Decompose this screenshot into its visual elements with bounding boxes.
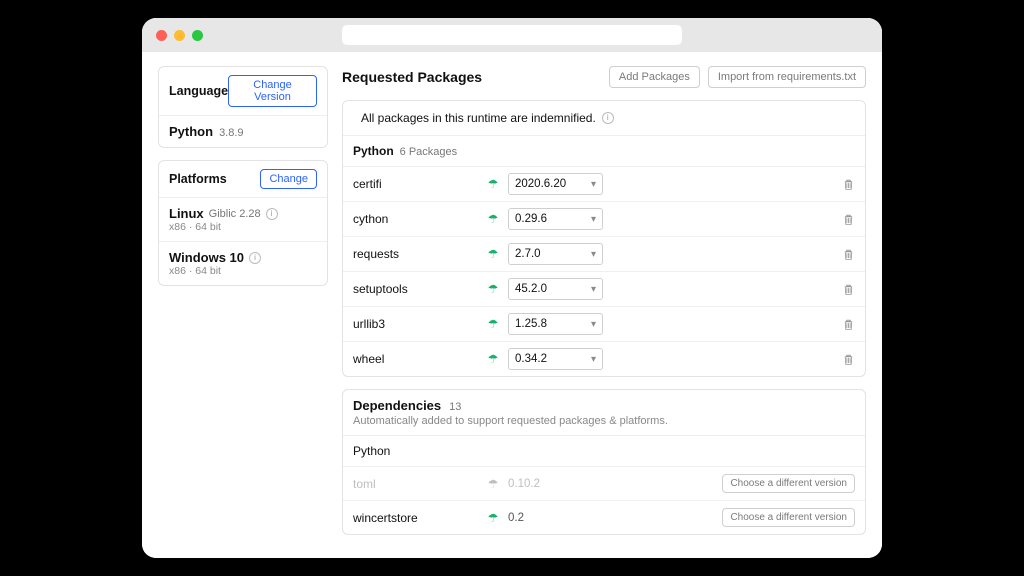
chevron-down-icon: ▾ <box>591 179 596 190</box>
package-row: certifi ☂ 2020.6.20 ▾ <box>343 167 865 202</box>
chevron-down-icon: ▾ <box>591 249 596 260</box>
platform-arch: x86 · 64 bit <box>169 221 317 233</box>
info-icon[interactable]: i <box>602 112 614 124</box>
umbrella-icon: ☂ <box>486 282 500 296</box>
main-panel: Requested Packages Add Packages Import f… <box>342 66 866 544</box>
umbrella-icon: ☂ <box>486 317 500 331</box>
platforms-card-title: Platforms <box>169 172 227 186</box>
maximize-window-icon[interactable] <box>192 30 203 41</box>
close-window-icon[interactable] <box>156 30 167 41</box>
page-title: Requested Packages <box>342 69 482 85</box>
version-select[interactable]: 1.25.8 ▾ <box>508 313 603 335</box>
chevron-down-icon: ▾ <box>591 284 596 295</box>
package-row: urllib3 ☂ 1.25.8 ▾ <box>343 307 865 342</box>
dependency-version: 0.10.2 <box>508 478 568 490</box>
platform-name: Windows 10 <box>169 250 244 265</box>
chevron-down-icon: ▾ <box>591 319 596 330</box>
umbrella-icon: ☂ <box>486 177 500 191</box>
version-value: 2020.6.20 <box>515 178 566 190</box>
package-name: urllib3 <box>353 317 478 331</box>
delete-icon[interactable] <box>841 212 855 226</box>
language-version: 3.8.9 <box>219 127 243 139</box>
dependency-version: 0.2 <box>508 512 568 524</box>
platforms-card: Platforms Change Linux Giblic 2.28 i x86… <box>158 160 328 286</box>
umbrella-icon: ☂ <box>486 247 500 261</box>
dependencies-lang-label: Python <box>353 444 390 458</box>
version-select[interactable]: 45.2.0 ▾ <box>508 278 603 300</box>
content-area: Language Change Version Python 3.8.9 Pla… <box>142 52 882 558</box>
package-name: cython <box>353 212 478 226</box>
umbrella-icon: ☂ <box>486 511 500 525</box>
dependencies-subtitle: Automatically added to support requested… <box>353 415 855 427</box>
chevron-down-icon: ▾ <box>591 214 596 225</box>
version-value: 0.29.6 <box>515 213 547 225</box>
choose-version-button[interactable]: Choose a different version <box>722 474 855 493</box>
packages-card: All packages in this runtime are indemni… <box>342 100 866 377</box>
package-name: requests <box>353 247 478 261</box>
platform-item: Linux Giblic 2.28 i x86 · 64 bit <box>159 198 327 241</box>
change-version-button[interactable]: Change Version <box>228 75 317 107</box>
version-value: 45.2.0 <box>515 283 547 295</box>
package-group-count: 6 Packages <box>400 146 457 158</box>
import-requirements-button[interactable]: Import from requirements.txt <box>708 66 866 88</box>
choose-version-button[interactable]: Choose a different version <box>722 508 855 527</box>
dependencies-count: 13 <box>449 401 461 413</box>
main-header: Requested Packages Add Packages Import f… <box>342 66 866 88</box>
language-name: Python <box>169 124 213 139</box>
chevron-down-icon: ▾ <box>591 354 596 365</box>
platform-detail: Giblic 2.28 <box>209 208 261 220</box>
info-icon[interactable]: i <box>249 252 261 264</box>
change-platforms-button[interactable]: Change <box>260 169 317 189</box>
dependency-name: wincertstore <box>353 511 478 525</box>
package-name: setuptools <box>353 282 478 296</box>
package-name: wheel <box>353 352 478 366</box>
dependency-name: toml <box>353 477 478 491</box>
package-row: wheel ☂ 0.34.2 ▾ <box>343 342 865 376</box>
dependency-row: wincertstore ☂ 0.2 Choose a different versi… <box>343 500 865 534</box>
window-controls <box>156 30 203 41</box>
version-select[interactable]: 0.29.6 ▾ <box>508 208 603 230</box>
umbrella-icon: ☂ <box>486 212 500 226</box>
package-group-lang: Python <box>353 144 394 158</box>
package-row: requests ☂ 2.7.0 ▾ <box>343 237 865 272</box>
delete-icon[interactable] <box>841 352 855 366</box>
sidebar: Language Change Version Python 3.8.9 Pla… <box>158 66 328 544</box>
info-icon[interactable]: i <box>266 208 278 220</box>
platform-arch: x86 · 64 bit <box>169 265 317 277</box>
language-card-title: Language <box>169 84 228 98</box>
dependencies-title: Dependencies <box>353 398 441 413</box>
package-row: setuptools ☂ 45.2.0 ▾ <box>343 272 865 307</box>
platform-item: Windows 10 i x86 · 64 bit <box>159 241 327 285</box>
delete-icon[interactable] <box>841 282 855 296</box>
umbrella-icon: ☂ <box>486 352 500 366</box>
version-value: 1.25.8 <box>515 318 547 330</box>
titlebar <box>142 18 882 52</box>
version-select[interactable]: 2020.6.20 ▾ <box>508 173 603 195</box>
delete-icon[interactable] <box>841 177 855 191</box>
package-row: cython ☂ 0.29.6 ▾ <box>343 202 865 237</box>
address-bar[interactable] <box>342 25 682 45</box>
language-card: Language Change Version Python 3.8.9 <box>158 66 328 148</box>
version-value: 2.7.0 <box>515 248 541 260</box>
platform-name: Linux <box>169 206 204 221</box>
delete-icon[interactable] <box>841 247 855 261</box>
app-window: Language Change Version Python 3.8.9 Pla… <box>142 18 882 558</box>
package-name: certifi <box>353 177 478 191</box>
version-select[interactable]: 0.34.2 ▾ <box>508 348 603 370</box>
version-select[interactable]: 2.7.0 ▾ <box>508 243 603 265</box>
minimize-window-icon[interactable] <box>174 30 185 41</box>
dependencies-card: Dependencies 13 Automatically added to s… <box>342 389 866 535</box>
add-packages-button[interactable]: Add Packages <box>609 66 700 88</box>
umbrella-icon: ☂ <box>486 477 500 491</box>
delete-icon[interactable] <box>841 317 855 331</box>
version-value: 0.34.2 <box>515 353 547 365</box>
dependency-row: toml ☂ 0.10.2 Choose a different version <box>343 466 865 500</box>
indemnified-notice: All packages in this runtime are indemni… <box>343 101 865 136</box>
